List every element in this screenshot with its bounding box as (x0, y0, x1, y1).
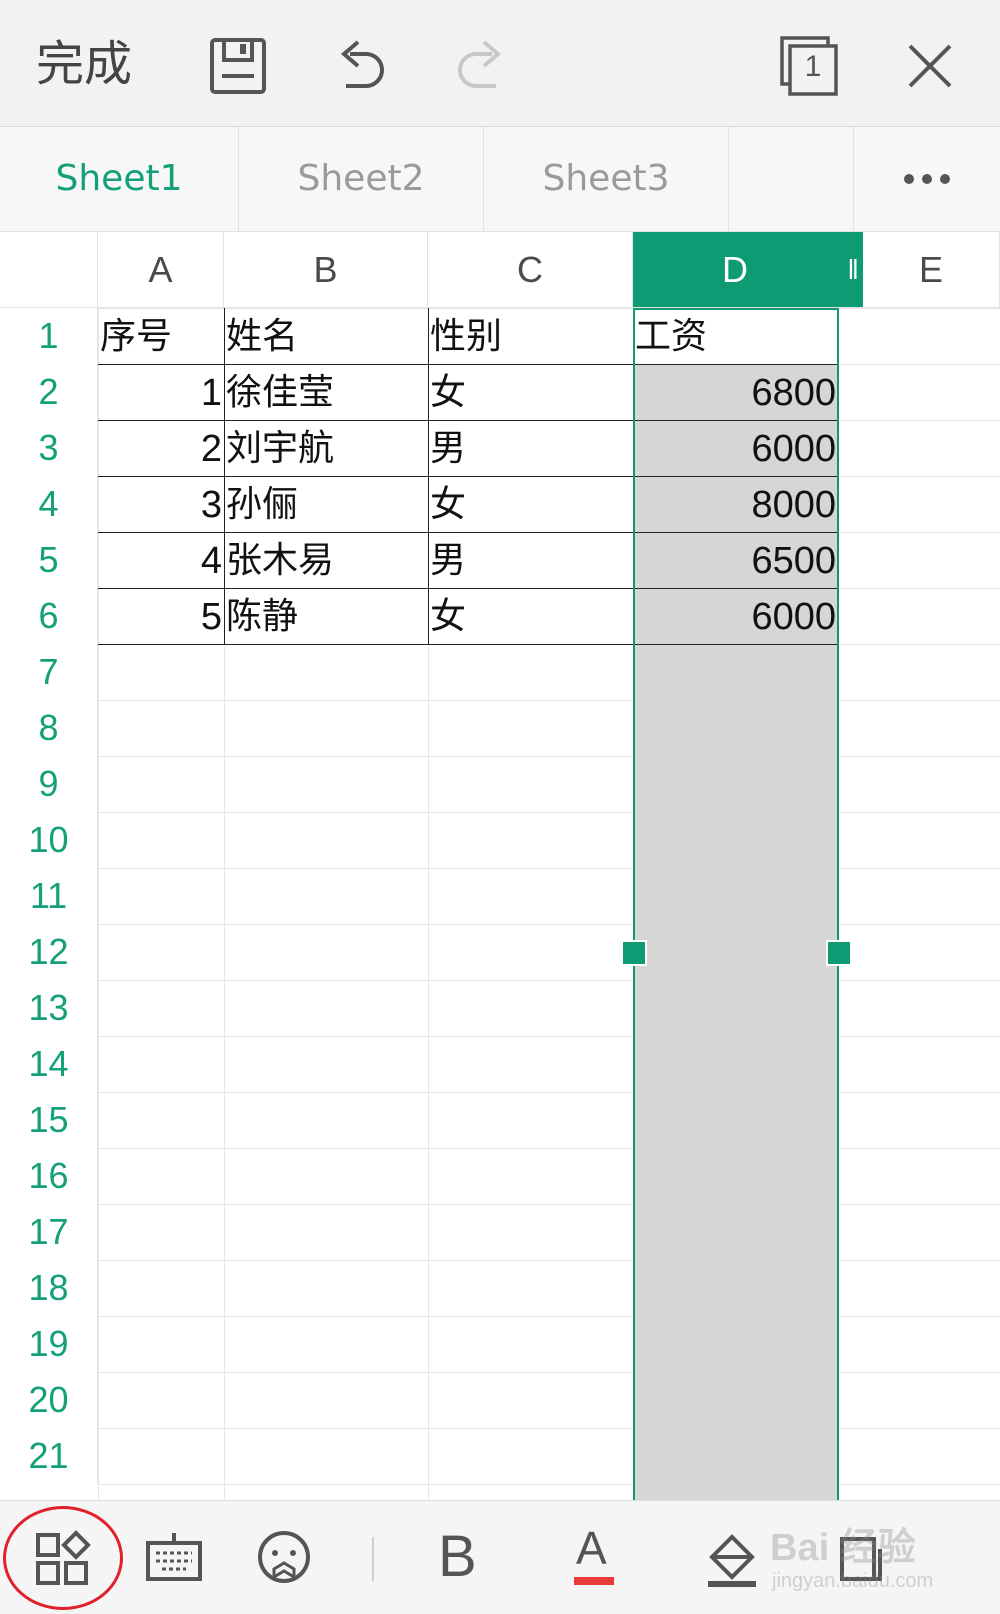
row-header[interactable]: 4 (0, 476, 98, 532)
cell[interactable]: 张木易 (224, 532, 428, 588)
save-icon[interactable] (206, 34, 270, 98)
gridline-horizontal (98, 1148, 1000, 1149)
emoji-icon[interactable] (254, 1529, 314, 1589)
row-header[interactable]: 18 (0, 1260, 98, 1316)
cell[interactable]: 刘宇航 (224, 420, 428, 476)
fill-color-icon[interactable] (702, 1529, 762, 1589)
selection-handle-left[interactable] (621, 940, 647, 966)
row-header[interactable]: 21 (0, 1428, 98, 1484)
gridline-horizontal (98, 1484, 1000, 1485)
row-header[interactable]: 19 (0, 1316, 98, 1372)
gridline-horizontal (98, 1092, 1000, 1093)
gridline-horizontal (98, 1036, 1000, 1037)
row-header[interactable]: 9 (0, 756, 98, 812)
gridline-horizontal (98, 700, 1000, 701)
cell[interactable]: 序号 (98, 308, 224, 364)
undo-icon[interactable] (328, 34, 392, 98)
column-resize-handle[interactable]: ‖ (847, 232, 859, 308)
table-border-vertical (224, 308, 225, 644)
table-border-vertical (428, 308, 429, 644)
row-header[interactable]: 12 (0, 924, 98, 980)
column-header-d[interactable]: D ‖ (633, 232, 863, 308)
row-header[interactable]: 8 (0, 700, 98, 756)
row-header[interactable]: 7 (0, 644, 98, 700)
cell[interactable]: 陈静 (224, 588, 428, 644)
cell[interactable]: 2 (98, 420, 224, 476)
row-header[interactable]: 6 (0, 588, 98, 644)
toolbar-divider (372, 1537, 374, 1581)
sheet-tabs: Sheet1 Sheet2 Sheet3 (0, 127, 1000, 232)
watermark: Bai 经验 jingyan.baidu.com (760, 1510, 990, 1610)
column-header-e[interactable]: E (863, 232, 1000, 308)
cell[interactable]: 徐佳莹 (224, 364, 428, 420)
row-header[interactable]: 14 (0, 1036, 98, 1092)
more-tabs-button[interactable] (854, 127, 1000, 231)
keyboard-icon[interactable] (144, 1529, 204, 1589)
row-header[interactable]: 16 (0, 1148, 98, 1204)
row-header[interactable]: 2 (0, 364, 98, 420)
cell[interactable]: 女 (428, 476, 633, 532)
row-header[interactable]: 13 (0, 980, 98, 1036)
done-button[interactable]: 完成 (36, 30, 132, 98)
watermark-subtext: jingyan.baidu.com (772, 1570, 934, 1592)
row-header[interactable]: 1 (0, 308, 98, 364)
column-header-c[interactable]: C (428, 232, 633, 308)
gridline-horizontal (98, 1428, 1000, 1429)
cell[interactable]: 1 (98, 364, 224, 420)
cell[interactable]: 3 (98, 476, 224, 532)
gridline-horizontal (98, 756, 1000, 757)
cell[interactable]: 5 (98, 588, 224, 644)
gridline-horizontal (98, 1260, 1000, 1261)
row-header[interactable]: 15 (0, 1092, 98, 1148)
tab-sheet1[interactable]: Sheet1 (0, 127, 239, 231)
font-color-swatch (574, 1577, 614, 1585)
watermark-text: Bai 经验 (770, 1527, 916, 1569)
red-annotation-circle (3, 1506, 123, 1610)
gridline-horizontal (98, 1372, 1000, 1373)
tab-sheet3[interactable]: Sheet3 (484, 127, 729, 231)
cell[interactable]: 姓名 (224, 308, 428, 364)
top-toolbar: 完成 1 (0, 0, 1000, 127)
gridline-horizontal (98, 1204, 1000, 1205)
gridline-horizontal (98, 1316, 1000, 1317)
gridline-horizontal (98, 812, 1000, 813)
cell[interactable]: 孙俪 (224, 476, 428, 532)
window-count-label: 1 (804, 50, 822, 83)
column-header-d-label: D (722, 249, 748, 290)
cell[interactable]: 性别 (428, 308, 633, 364)
cell[interactable]: 4 (98, 532, 224, 588)
font-color-button[interactable]: A (570, 1521, 620, 1591)
more-horizontal-icon (904, 174, 950, 184)
cell[interactable]: 女 (428, 588, 633, 644)
cell[interactable]: 男 (428, 532, 633, 588)
cell[interactable]: 女 (428, 364, 633, 420)
column-header-b[interactable]: B (224, 232, 428, 308)
column-header-a[interactable]: A (98, 232, 224, 308)
gridline-horizontal (98, 868, 1000, 869)
row-header[interactable]: 10 (0, 812, 98, 868)
row-header[interactable]: 20 (0, 1372, 98, 1428)
column-selection-outline (633, 308, 839, 1500)
gridline-horizontal (98, 980, 1000, 981)
row-header[interactable]: 11 (0, 868, 98, 924)
row-header[interactable]: 3 (0, 420, 98, 476)
redo-icon[interactable] (450, 34, 514, 98)
gridline-horizontal (98, 924, 1000, 925)
tab-empty-space (729, 127, 854, 231)
row-header[interactable]: 5 (0, 532, 98, 588)
font-color-label: A (576, 1522, 607, 1574)
bold-button[interactable]: B (438, 1523, 477, 1590)
cell[interactable]: 男 (428, 420, 633, 476)
row-header[interactable]: 17 (0, 1204, 98, 1260)
selection-handle-right[interactable] (826, 940, 852, 966)
close-icon[interactable] (898, 34, 962, 98)
spreadsheet-grid[interactable]: A B C D ‖ E 1 2 3 4 5 6 7 8 9 10 11 12 13 14 15 16 17 18 1… (0, 232, 1000, 1500)
corner-cell[interactable] (0, 232, 98, 308)
tab-sheet2[interactable]: Sheet2 (239, 127, 484, 231)
